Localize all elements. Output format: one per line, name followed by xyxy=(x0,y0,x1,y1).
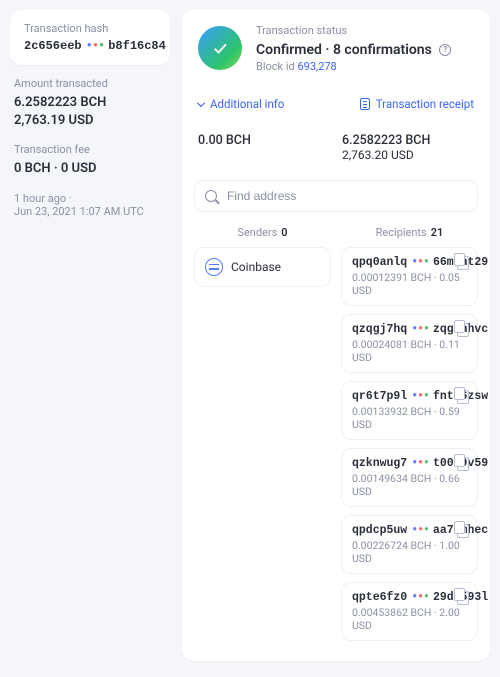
total-out-bch: 6.2582223 BCH xyxy=(342,133,474,148)
ellipsis-icon: ••• xyxy=(411,591,429,604)
block-link[interactable]: 693,278 xyxy=(297,60,336,73)
search-input[interactable] xyxy=(225,188,467,204)
recipient-amount: 0.00149634 BCH · 0.66 USD xyxy=(352,472,467,498)
ellipsis-icon: ••• xyxy=(411,323,429,336)
recipient-item[interactable]: qpte6fz0•••29de593l 0.00453862 BCH · 2.00… xyxy=(341,582,478,641)
recipient-address: qpte6fz0•••29de593l xyxy=(352,591,467,604)
copy-icon[interactable] xyxy=(457,591,469,605)
status-label: Transaction status xyxy=(256,24,451,37)
ellipsis-icon: ••• xyxy=(411,524,429,537)
sender-coinbase[interactable]: Coinbase xyxy=(194,247,331,287)
status-row: Transaction status Confirmed · 8 confirm… xyxy=(182,10,490,87)
amount-usd: 2,763.19 USD xyxy=(14,112,166,130)
copy-icon[interactable] xyxy=(457,524,469,538)
amount-label: Amount transacted xyxy=(14,77,166,90)
recipients-column: Recipients21 qpq0anlq•••66mtht29 0.000123… xyxy=(341,222,478,649)
recipients-header: Recipients21 xyxy=(341,222,478,247)
transaction-receipt-button[interactable]: Transaction receipt xyxy=(360,97,474,111)
copy-icon[interactable] xyxy=(457,323,469,337)
coinbase-icon xyxy=(205,258,223,276)
total-in-bch: 0.00 BCH xyxy=(198,133,330,148)
ellipsis-icon: ••• xyxy=(411,390,429,403)
tx-age: 1 hour ago · xyxy=(14,192,166,205)
recipient-amount: 0.00133932 BCH · 0.59 USD xyxy=(352,405,467,431)
tx-hash-card: Transaction hash 2c656eeb ••• b8f16c84 xyxy=(10,10,170,65)
recipient-item[interactable]: qr6t7p9l•••fnt36zsw 0.00133932 BCH · 0.59… xyxy=(341,381,478,440)
amount-bch: 6.2582223 BCH xyxy=(14,94,166,112)
recipient-item[interactable]: qzknwug7•••t0059v59 0.00149634 BCH · 0.66… xyxy=(341,448,478,507)
recipient-address: qpdcp5uw•••aa7umhec xyxy=(352,524,467,537)
io-totals: 0.00 BCH 6.2582223 BCH 2,763.20 USD xyxy=(182,115,490,176)
additional-info-toggle[interactable]: Additional info xyxy=(198,97,284,111)
recipient-item[interactable]: qzqgj7hq•••zqg6hhvc 0.00024081 BCH · 0.11… xyxy=(341,314,478,373)
tx-hash-label: Transaction hash xyxy=(24,22,156,35)
recipient-address: qr6t7p9l•••fnt36zsw xyxy=(352,390,467,403)
recipient-amount: 0.00012391 BCH · 0.05 USD xyxy=(352,271,467,297)
chevron-down-icon xyxy=(197,99,205,107)
fee-value: 0 BCH · 0 USD xyxy=(14,160,166,178)
recipient-amount: 0.00024081 BCH · 0.11 USD xyxy=(352,338,467,364)
search-icon xyxy=(205,190,217,202)
help-icon[interactable]: ? xyxy=(439,44,451,56)
recipient-amount: 0.00453862 BCH · 2.00 USD xyxy=(352,606,467,632)
recipient-address: qzknwug7•••t0059v59 xyxy=(352,457,467,470)
copy-icon[interactable] xyxy=(457,390,469,404)
tx-hash[interactable]: 2c656eeb ••• b8f16c84 xyxy=(24,39,156,53)
ellipsis-icon: ••• xyxy=(411,457,429,470)
ellipsis-icon: ••• xyxy=(86,39,105,53)
copy-icon[interactable] xyxy=(457,256,469,270)
status-value: Confirmed · 8 confirmations ? xyxy=(256,41,451,60)
recipient-item[interactable]: qpdcp5uw•••aa7umhec 0.00226724 BCH · 1.00… xyxy=(341,515,478,574)
block-id: Block id 693,278 xyxy=(256,60,451,73)
tx-meta: Amount transacted 6.2582223 BCH 2,763.19… xyxy=(10,65,170,218)
senders-column: Senders0 Coinbase xyxy=(194,222,331,649)
recipient-address: qpq0anlq•••66mtht29 xyxy=(352,256,467,269)
recipient-item[interactable]: qpq0anlq•••66mtht29 0.00012391 BCH · 0.05… xyxy=(341,247,478,306)
receipt-icon xyxy=(360,98,370,110)
tx-detail-card: Transaction status Confirmed · 8 confirm… xyxy=(182,10,490,661)
tx-timestamp: Jun 23, 2021 1:07 AM UTC xyxy=(14,205,166,218)
status-check-icon xyxy=(198,26,242,70)
recipient-amount: 0.00226724 BCH · 1.00 USD xyxy=(352,539,467,565)
senders-header: Senders0 xyxy=(194,222,331,247)
address-search[interactable] xyxy=(194,180,478,212)
total-out-usd: 2,763.20 USD xyxy=(342,148,474,162)
fee-label: Transaction fee xyxy=(14,143,166,156)
copy-icon[interactable] xyxy=(457,457,469,471)
recipient-address: qzqgj7hq•••zqg6hhvc xyxy=(352,323,467,336)
ellipsis-icon: ••• xyxy=(411,256,429,269)
